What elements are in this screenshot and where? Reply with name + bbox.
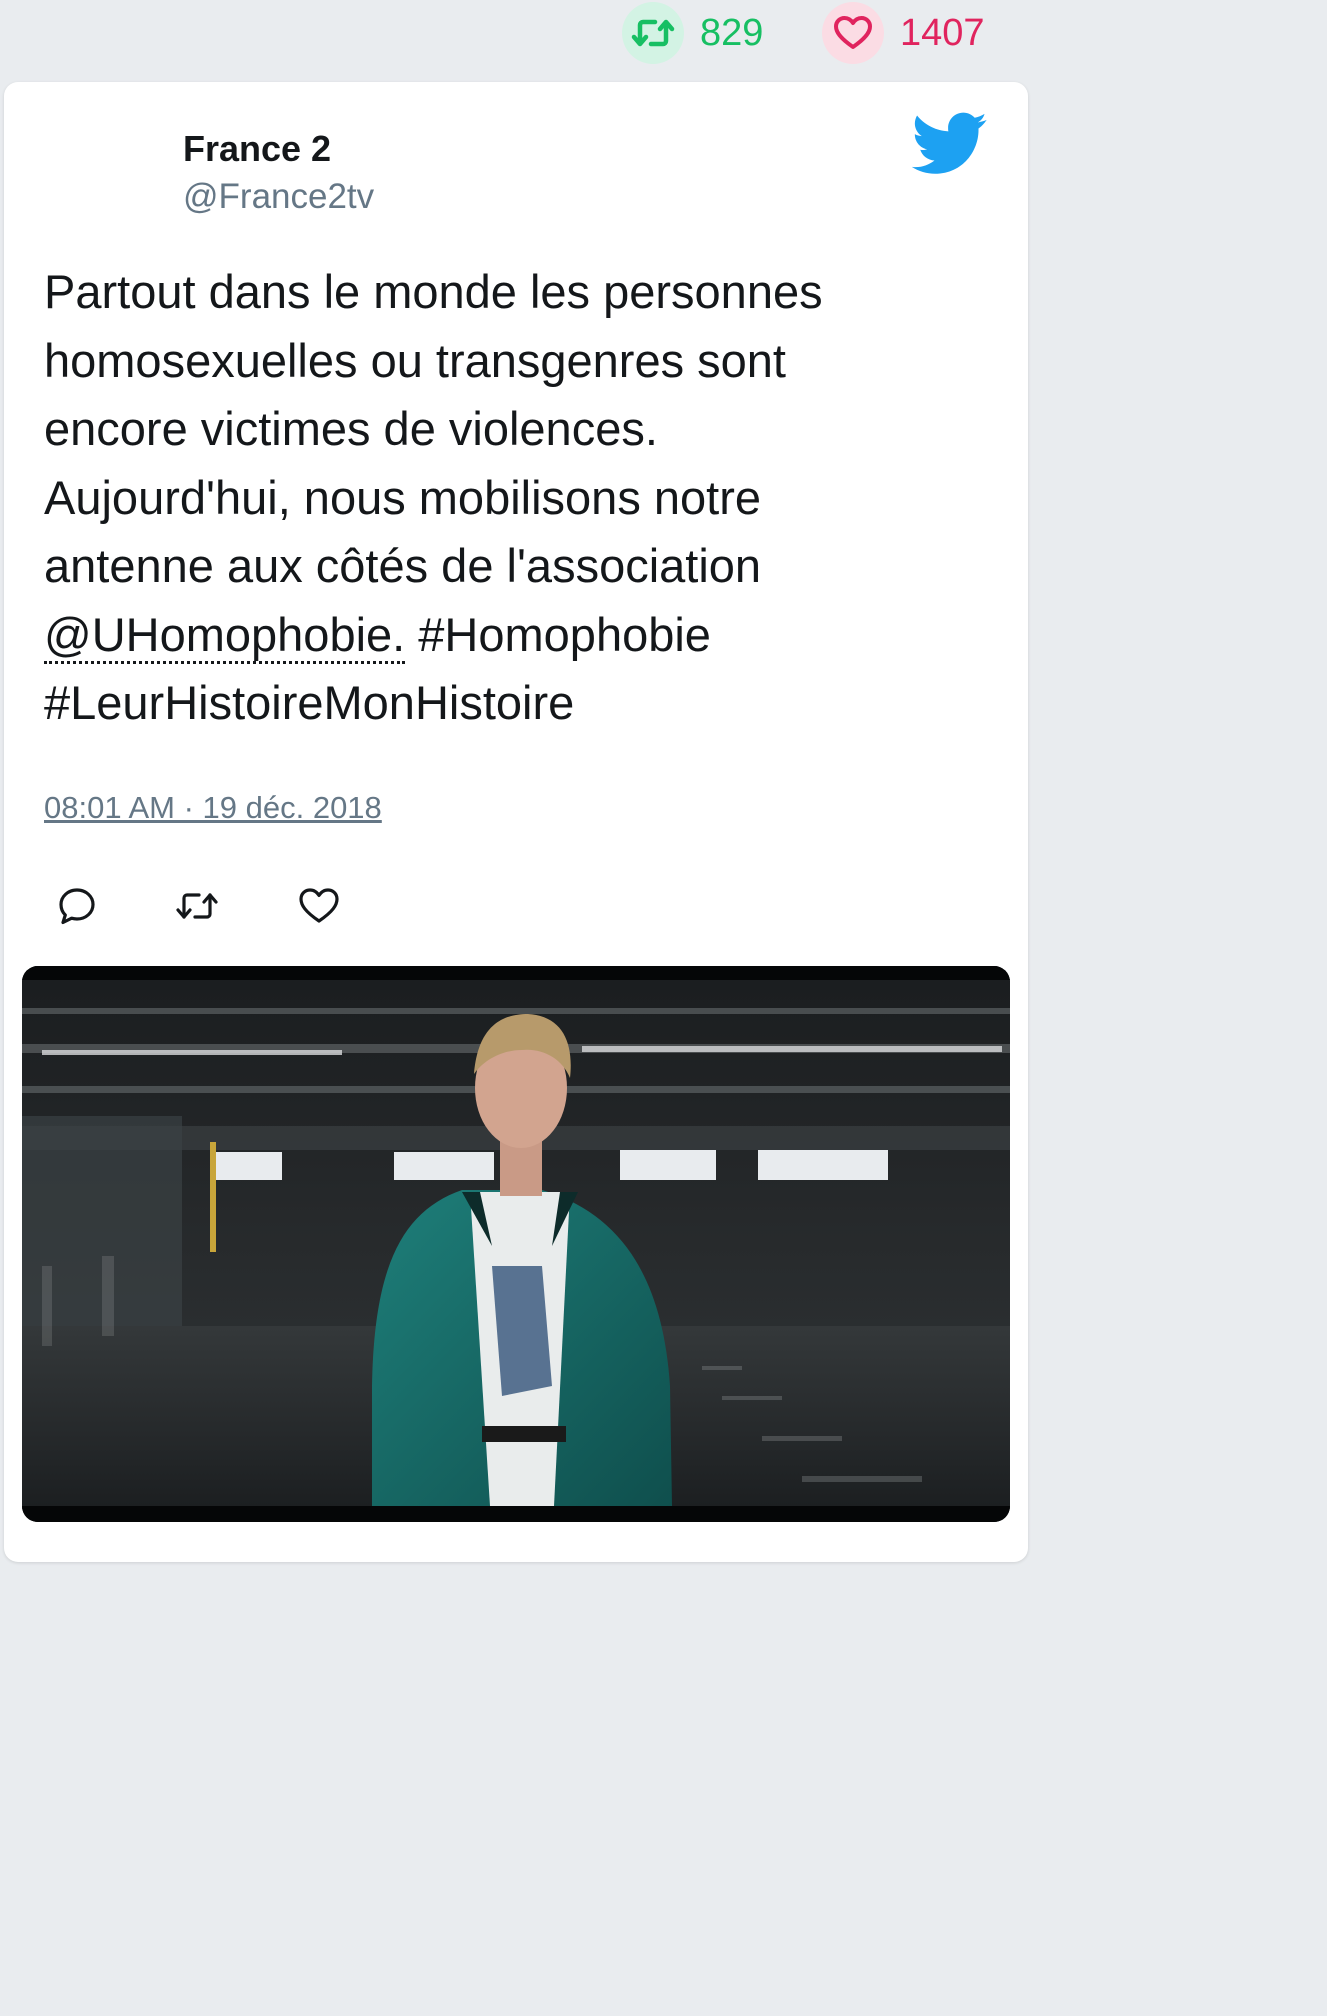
tweet-text-line: @UHomophobie. #Homophobie [44,601,974,670]
reply-button[interactable] [52,882,102,930]
tweet-text-line: Partout dans le monde les personnes [44,265,823,318]
tweet-text-line: antenne aux côtés de l'association [44,539,762,592]
retweet-icon [176,893,218,919]
tweet-text-line: encore victimes de violences. [44,402,658,455]
author-handle[interactable]: @France2tv [183,177,374,217]
tweet-text: Partout dans le monde les personnes homo… [44,258,974,738]
like-stat-icon-wrap [822,2,884,64]
hashtag-link[interactable]: #Homophobie [418,608,711,661]
tweet-card: France 2 @France2tv Partout dans le mond… [4,82,1028,1562]
author-name[interactable]: France 2 [183,128,331,170]
retweet-stat[interactable]: 829 [622,2,763,64]
retweet-count: 829 [700,11,764,54]
tweet-video-thumbnail[interactable] [22,966,1010,1522]
tweet-text-line: Aujourd'hui, nous mobilisons notre [44,470,762,524]
reply-icon [59,888,95,925]
tweet-text-line: #LeurHistoireMonHistoire [44,669,974,738]
like-count: 1407 [900,11,985,54]
retweet-icon [631,19,675,47]
retweet-button[interactable] [172,882,222,930]
like-button[interactable] [294,882,344,930]
video-frame-image [22,966,1010,1522]
tweet-timestamp[interactable]: 08:01 AM · 19 déc. 2018 [44,790,382,826]
hashtag-link[interactable]: #LeurHistoireMonHistoire [44,676,574,729]
engagement-stats: 829 1407 [0,0,1032,76]
like-stat[interactable]: 1407 [822,2,985,64]
tweet-text-line: homosexuelles ou transgenres sont [44,333,786,387]
retweet-stat-icon-wrap [622,2,684,64]
heart-icon [834,16,872,49]
mention-link[interactable]: @UHomophobie. [44,607,406,664]
heart-icon [299,888,339,923]
twitter-bird-icon[interactable] [912,112,988,176]
